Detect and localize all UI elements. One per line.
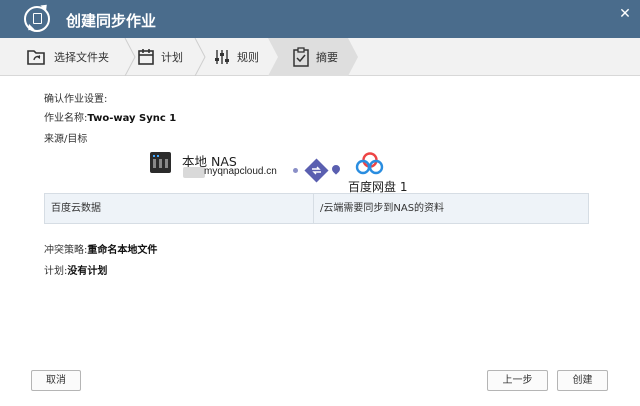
step-summary[interactable]: 摘要 [292, 38, 338, 76]
job-name-row: 作业名称:Two-way Sync 1 [44, 109, 176, 124]
cancel-button[interactable]: 取消 [31, 370, 81, 391]
conflict-policy-row: 冲突策略:重命名本地文件 [44, 241, 157, 256]
nas-device-icon [150, 152, 171, 173]
table-divider [313, 194, 314, 223]
chevron-right-icon [194, 38, 206, 76]
window-title: 创建同步作业 [66, 12, 157, 30]
conflict-label: 冲突策略: [44, 245, 88, 256]
step-schedule[interactable]: 计划 [137, 38, 183, 76]
location-pin-icon [330, 163, 342, 175]
conflict-value: 重命名本地文件 [87, 245, 158, 256]
baidu-cloud-icon [355, 152, 384, 175]
two-way-arrows-icon [312, 166, 321, 175]
folder-sync-icon [27, 50, 45, 65]
create-button[interactable]: 创建 [557, 370, 608, 391]
job-name-value: Two-way Sync 1 [87, 113, 177, 124]
step-label: 计划 [161, 51, 183, 64]
close-icon[interactable]: ✕ [617, 5, 633, 21]
schedule-row: 计划:没有计划 [44, 262, 107, 277]
chevron-right-icon [124, 38, 136, 76]
connector-dot [293, 168, 298, 173]
clipboard-icon [293, 47, 309, 67]
target-folder-cell: /云端需要同步到NAS的资料 [320, 203, 445, 214]
step-select-folder[interactable]: 选择文件夹 [26, 38, 109, 76]
source-target-label: 来源/目标 [44, 134, 88, 145]
calendar-icon [138, 49, 154, 65]
step-label: 摘要 [316, 51, 338, 64]
source-folder-cell: 百度云数据 [51, 203, 101, 214]
title-bar: 创建同步作业 ✕ [0, 0, 640, 38]
path-table: 百度云数据 /云端需要同步到NAS的资料 [44, 193, 589, 224]
back-button[interactable]: 上一步 [487, 370, 548, 391]
job-name-label: 作业名称: [44, 113, 88, 124]
step-label: 规则 [237, 51, 259, 64]
step-rules[interactable]: 规则 [213, 38, 259, 76]
schedule-value: 没有计划 [67, 266, 108, 277]
sync-job-icon [24, 1, 50, 34]
source-host: myqnapcloud.cn [204, 166, 277, 177]
schedule-label: 计划: [44, 266, 68, 277]
host-prefix-redacted [183, 167, 205, 178]
summary-heading: 确认作业设置: [44, 94, 108, 105]
wizard-steps: 选择文件夹 计划 规则 摘要 [0, 38, 640, 76]
step-label: 选择文件夹 [54, 51, 109, 64]
sliders-icon [215, 50, 229, 64]
